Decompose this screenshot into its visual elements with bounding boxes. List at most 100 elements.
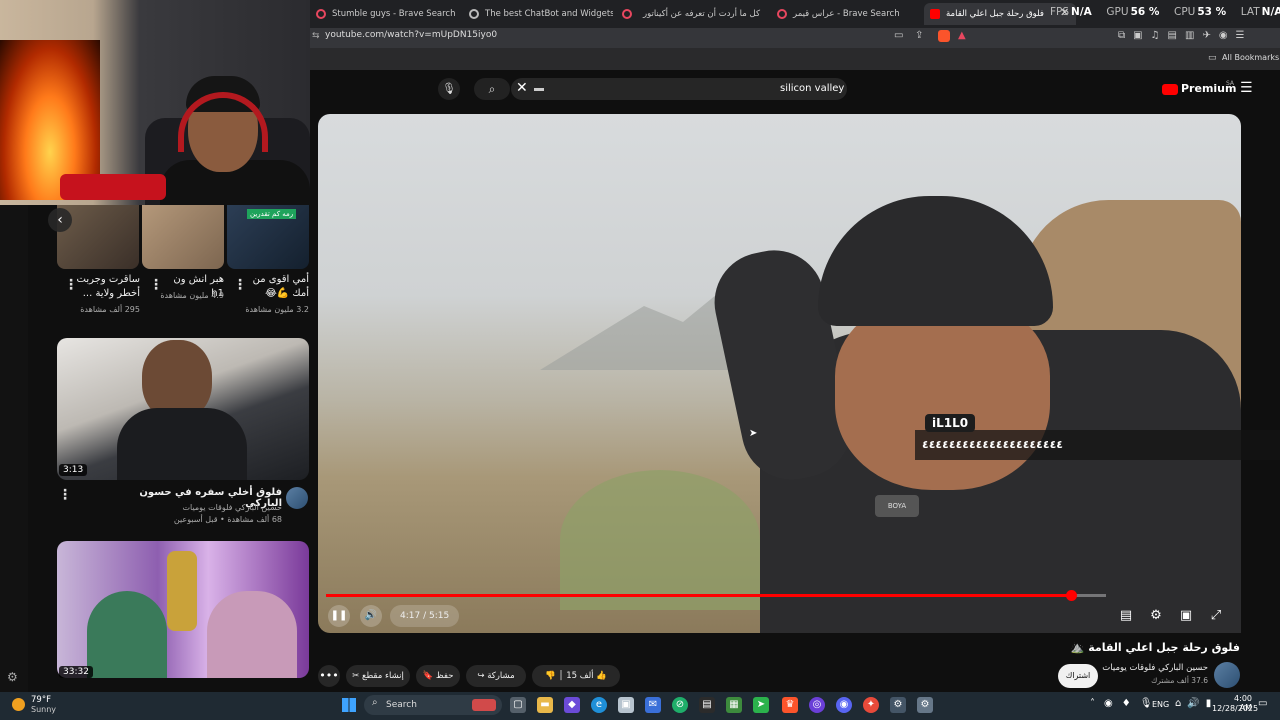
shelf-views-3: 3.2 مليون مشاهدة xyxy=(245,305,309,314)
weather-description[interactable]: Sunny xyxy=(31,705,56,714)
channel-avatar[interactable] xyxy=(286,487,308,509)
clock-date[interactable]: 12/28/2025 xyxy=(1212,704,1258,713)
all-bookmarks-link[interactable]: All Bookmarks xyxy=(1222,53,1279,62)
shelf-thumbnail-2[interactable] xyxy=(142,205,224,269)
tab-akinator[interactable]: كل ما أردت أن تعرفه عن أكيناتور xyxy=(616,3,768,25)
brave-icon xyxy=(777,9,787,19)
store-icon[interactable]: ▣ xyxy=(618,697,634,713)
clear-search-icon[interactable]: ✕ xyxy=(516,80,528,96)
dislike-icon[interactable]: 👎 xyxy=(545,671,556,681)
person-left xyxy=(87,591,167,678)
cpu-label: CPU xyxy=(1174,6,1196,18)
suggestion-menu-icon[interactable]: ⋮ xyxy=(58,487,72,503)
bookmarks-bar xyxy=(310,48,1280,70)
discord-icon[interactable]: ◉ xyxy=(836,697,852,713)
edge-icon[interactable]: e xyxy=(591,697,607,713)
brave-browser-icon[interactable]: ♛ xyxy=(782,697,798,713)
current-time: 4:17 xyxy=(400,611,421,621)
settings-icon[interactable]: ⚙ xyxy=(1146,606,1166,626)
suggestion-channel[interactable]: حسين الباركي فلوقات يوميات xyxy=(120,503,283,512)
subscriber-count: 37.6 ألف مشترك xyxy=(1151,676,1208,685)
minecraft-icon[interactable]: ▦ xyxy=(726,697,742,713)
search-query[interactable]: silicon valley xyxy=(780,83,844,94)
tab-chatbot[interactable]: The best ChatBot and Widgets for K xyxy=(463,3,613,25)
shelf-views-2: 4.9 مليون مشاهدة xyxy=(160,291,224,300)
shelf-title-3[interactable]: أمي اقوى من أمك 💪😂 xyxy=(245,273,309,301)
mail-icon[interactable]: ✉ xyxy=(645,697,661,713)
progress-played xyxy=(326,594,1071,597)
cast-icon[interactable]: ▭ xyxy=(894,30,903,41)
suggestion-thumbnail[interactable] xyxy=(57,338,309,480)
share-button[interactable]: مشاركة ↪ xyxy=(466,665,526,687)
search-icon[interactable]: ⌕ xyxy=(474,78,510,100)
volume-icon[interactable]: 🔊 xyxy=(360,605,382,627)
progress-scrubber[interactable] xyxy=(1066,590,1077,601)
sun-weather-icon[interactable] xyxy=(12,698,25,711)
notifications-icon[interactable]: ▭ xyxy=(1258,698,1267,709)
channel-avatar[interactable] xyxy=(1214,662,1240,688)
voice-search-icon[interactable]: 🎙 xyxy=(438,78,460,100)
brave-shields-icon[interactable] xyxy=(938,30,950,42)
pause-button[interactable]: ❚❚ xyxy=(328,605,350,627)
system-tray-icons[interactable]: ˄◉♦🎙 xyxy=(1090,698,1161,709)
app-settings-icon[interactable]: ⚙ xyxy=(890,697,906,713)
more-actions-button[interactable]: ••• xyxy=(318,665,340,687)
tab-label: The best ChatBot and Widgets for K xyxy=(485,9,613,19)
url-field[interactable]: youtube.com/watch?v=mUpDN15iyo0 xyxy=(325,30,497,40)
app-red-icon[interactable]: ✦ xyxy=(863,697,879,713)
terminal-icon[interactable]: ▤ xyxy=(699,697,715,713)
subscribe-button[interactable]: اشتراك xyxy=(1058,664,1098,688)
shelf-title-1[interactable]: ساقرت وجربت أخطر ولاية ... xyxy=(76,273,140,301)
weather-temperature[interactable]: 79°F xyxy=(31,695,51,705)
subtitles-icon[interactable]: ▤ xyxy=(1116,606,1136,626)
channel-name[interactable]: حسين الباركي فلوقات يوميات xyxy=(1080,663,1208,673)
gpu-label: GPU xyxy=(1106,6,1129,18)
fullscreen-icon[interactable]: ⤢ xyxy=(1206,606,1226,626)
shelf-menu-icon-2[interactable]: ⋮ xyxy=(149,277,163,293)
settings-app-icon[interactable]: ⚙ xyxy=(917,697,933,713)
shelf-menu-icon-3[interactable]: ⋮ xyxy=(233,277,247,293)
share-icon[interactable]: ⇪ xyxy=(915,30,923,41)
shelf-badge: رمه كم تقدرين xyxy=(247,209,297,219)
brave-rewards-icon[interactable]: ▲ xyxy=(958,30,966,41)
tab-stumble-guys[interactable]: Stumble guys - Brave Search xyxy=(310,3,460,25)
trophy-image xyxy=(167,551,197,631)
shelf-previous-button[interactable]: ‹ xyxy=(48,208,72,232)
gpu-value: 56 % xyxy=(1130,6,1160,18)
extension-icons[interactable]: ⧉▣♫▤▥✈◉☰ xyxy=(1118,30,1253,41)
menu-icon[interactable]: ☰ xyxy=(1240,80,1253,96)
share-label: مشاركة xyxy=(487,671,515,681)
input-language[interactable]: ENG xyxy=(1152,700,1169,709)
obs-icon[interactable]: ◎ xyxy=(809,697,825,713)
task-view-icon[interactable]: ▢ xyxy=(510,697,526,713)
shelf-menu-icon-1[interactable]: ⋮ xyxy=(64,277,78,293)
suggestion-thumbnail-2[interactable] xyxy=(57,541,309,678)
app-icon[interactable]: ◆ xyxy=(564,697,580,713)
folder-icon: ▭ xyxy=(1208,53,1217,63)
keyboard-icon[interactable] xyxy=(534,88,544,91)
windows-start-icon[interactable] xyxy=(342,698,356,712)
chat-username: iL1L0 xyxy=(925,414,976,432)
site-info-icon[interactable]: ⇆ xyxy=(312,31,320,41)
miniplayer-icon[interactable]: ▣ xyxy=(1176,606,1196,626)
tab-label: فلوق رحلة جبل اعلي القامة xyxy=(946,9,1044,19)
like-icon[interactable]: 👍 xyxy=(596,671,607,681)
windows-taskbar xyxy=(0,692,1280,720)
clip-button[interactable]: إنشاء مقطع ✂ xyxy=(346,665,410,687)
cpu-value: 53 % xyxy=(1197,6,1227,18)
tab-search[interactable]: عراس قيمر - Brave Search xyxy=(771,3,921,25)
save-button[interactable]: حفظ 🔖 xyxy=(416,665,460,687)
network-volume-icons[interactable]: ⌂🔊▮ xyxy=(1175,698,1217,709)
search-icon: ⌕ xyxy=(372,697,378,708)
duration-badge-2: 33:32 xyxy=(59,666,93,678)
file-explorer-icon[interactable]: ▬ xyxy=(537,697,553,713)
tab-label: Stumble guys - Brave Search xyxy=(332,9,456,19)
settings-gear-icon[interactable]: ⚙ xyxy=(7,670,18,684)
youtube-logo-icon xyxy=(1162,83,1178,95)
app-arrow-icon[interactable]: ➤ xyxy=(753,697,769,713)
duration-badge: 3:13 xyxy=(59,464,88,476)
shelf-thumbnail-3[interactable]: رمه كم تقدرين xyxy=(227,205,309,269)
youtube-icon xyxy=(930,9,940,19)
region-badge: SA xyxy=(1226,80,1235,87)
app-green-icon[interactable]: ⊘ xyxy=(672,697,688,713)
